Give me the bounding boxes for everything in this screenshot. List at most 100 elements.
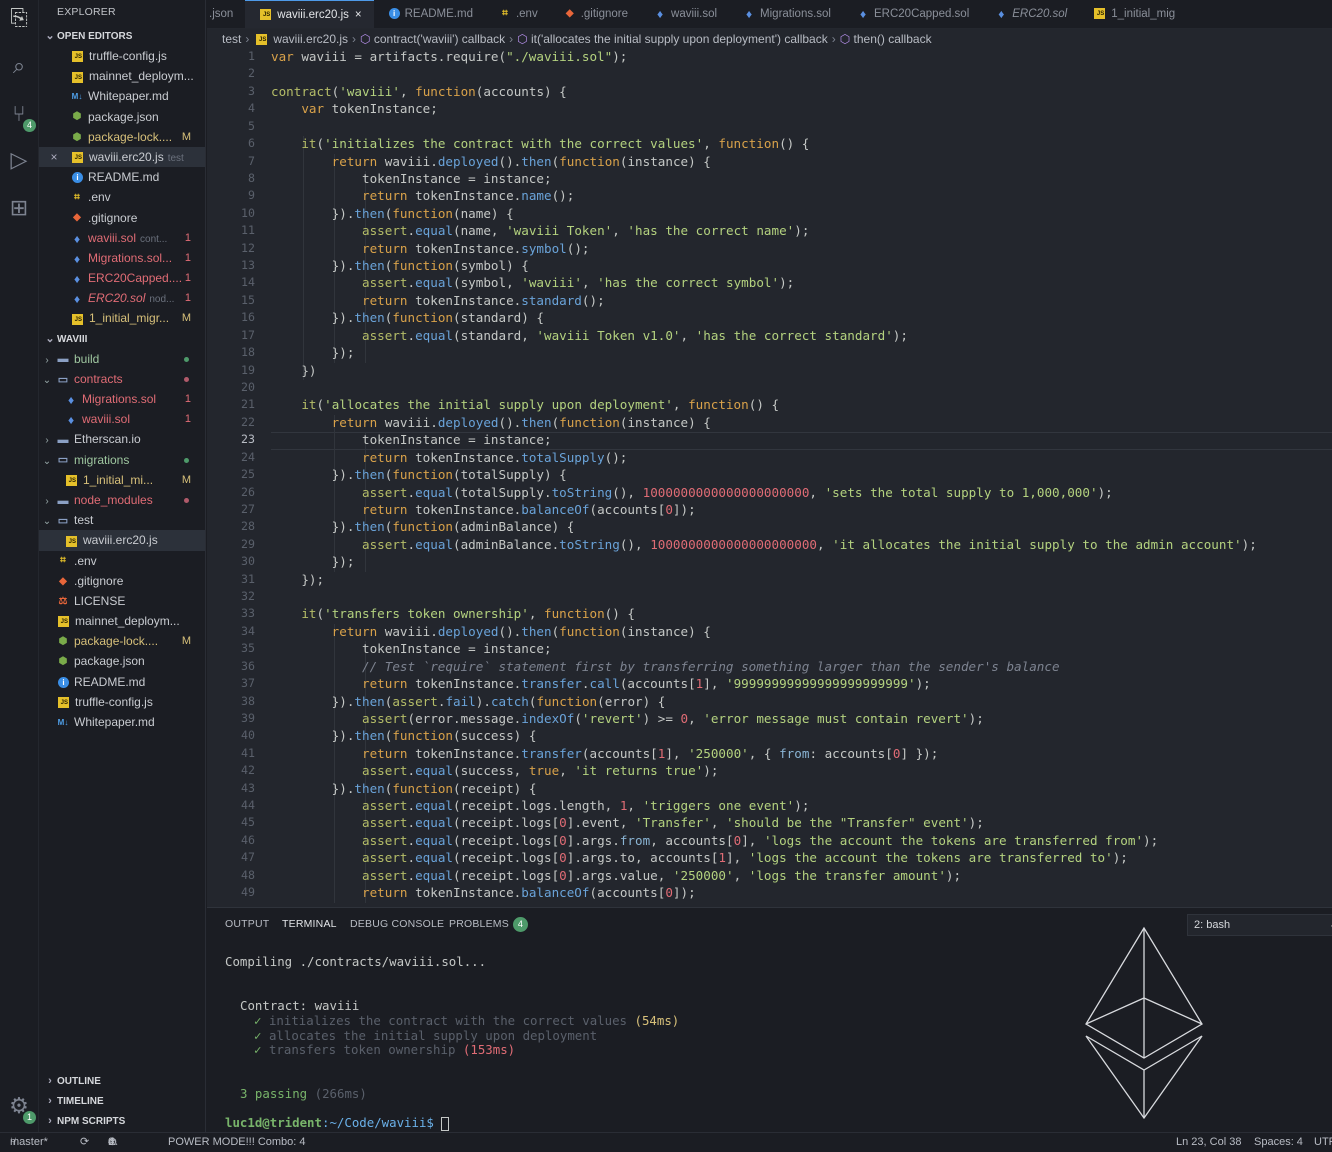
line-number: 33 [241,606,255,621]
tree-file[interactable]: ⬢ package.json [39,651,205,671]
test-result-line: ✓ initializes the contract with the corr… [254,1013,679,1028]
open-editor-item[interactable]: JS 1_initial_migr... M [39,308,205,328]
tree-file[interactable]: ⬢ package-lock.... M [39,631,205,651]
tree-file[interactable]: JS truffle-config.js [39,692,205,712]
tree-folder[interactable]: ⌄ ▭ migrations [39,450,205,470]
settings-gear-icon[interactable]: ⚙ 1 [4,1092,36,1124]
problems-badge: 4 [512,917,528,932]
chevron-down-icon: ⌄ [42,516,52,528]
source-control-icon[interactable]: ⑂ 4 [4,100,36,132]
chevron-right-icon: › [48,1075,52,1087]
tab-waviii-erc20-js[interactable]: JS waviii.erc20.js × [245,0,374,28]
explorer-icon[interactable]: ⎘ [4,4,34,34]
tree-file[interactable]: M↓ Whitepaper.md [39,712,205,732]
line-number: 1 [248,49,255,63]
symbol-method-icon: ⬡ [360,32,374,46]
search-icon[interactable]: ⌕ [4,52,34,82]
tree-folder[interactable]: › ▬ Etherscan.io [39,429,205,449]
tab--env[interactable]: ⌗ .env [485,0,550,28]
sync-icon[interactable]: ⟳ [80,1133,89,1152]
tree-item-label: Etherscan.io [74,432,141,447]
terminal-contract: Contract: waviii [240,998,360,1013]
open-editor-item[interactable]: JS mainnet_deploym... [39,66,205,86]
symbol-method-icon: ⬡ [839,32,854,46]
test-result-line: ✓ allocates the initial supply upon depl… [254,1028,605,1043]
open-editor-item[interactable]: × JS waviii.erc20.js test [39,146,205,168]
tree-file[interactable]: ⌗ .env [39,551,205,571]
tree-file[interactable]: ⚖ LICENSE [39,591,205,611]
chevron-right-icon: › [245,32,250,46]
chevron-down-icon: ⌄ [42,374,52,386]
open-editor-item[interactable]: ⌗ .env [39,187,205,207]
cursor-position[interactable]: Ln 23, Col 38 [1176,1133,1241,1152]
tree-file[interactable]: ◆ .gitignore [39,571,205,591]
tree-file[interactable]: ♦ waviii.sol 1 [39,409,205,429]
tab-waviii-sol[interactable]: ♦ waviii.sol [640,0,729,28]
line-number: 41 [241,745,255,760]
tree-file[interactable]: JS mainnet_deploym... [39,611,205,631]
terminal-compiling: Compiling ./contracts/waviii.sol... [225,954,487,969]
open-editor-item[interactable]: ◆ .gitignore [39,208,205,228]
tab-migrations-sol[interactable]: ♦ Migrations.sol [729,0,843,28]
package-icon: ⬢ [58,636,68,648]
timeline-header[interactable]: › TIMELINE [39,1091,205,1111]
outline-header[interactable]: › OUTLINE [39,1071,205,1091]
tab-erc20-sol[interactable]: ♦ ERC20.sol [981,0,1079,28]
npm-scripts-header[interactable]: › NPM SCRIPTS [39,1111,205,1131]
open-editor-item[interactable]: ♦ Migrations.sol... 1 [39,248,205,268]
close-icon[interactable]: × [355,9,362,21]
code-line: contract('waviii', function(accounts) { [271,83,567,99]
close-icon[interactable]: × [39,147,69,167]
tab-problems[interactable]: PROBLEMS 4 [449,917,528,932]
tree-file[interactable]: JS waviii.erc20.js [39,530,205,551]
settings-badge: 1 [23,1111,36,1124]
tab-output[interactable]: OUTPUT [225,918,269,930]
breadcrumb-item[interactable]: then() callback [854,32,932,46]
js-file-icon: JS [72,313,83,325]
open-editor-item[interactable]: ♦ waviii.sol cont... 1 [39,228,205,248]
tree-file[interactable]: JS 1_initial_mi... M [39,470,205,490]
tab--gitignore[interactable]: ◆ .gitignore [550,0,640,28]
terminal-prompt[interactable]: luc1d@trident:~/Code/waviii$ [225,1115,450,1131]
open-editor-item[interactable]: M↓ Whitepaper.md [39,86,205,106]
open-editor-item[interactable]: i README.md [39,167,205,187]
project-header[interactable]: ⌄ WAVIII [39,329,205,349]
tab-readme-md[interactable]: i README.md [374,0,485,28]
open-editors-header[interactable]: ⌄ OPEN EDITORS [39,26,205,46]
terminal-select[interactable]: 2: bash⌄ [1187,914,1332,936]
tab-debug-console[interactable]: DEBUG CONSOLE [350,918,444,930]
tab--json[interactable]: .json [207,0,245,28]
breadcrumb-item[interactable]: test [222,32,241,46]
open-editor-item[interactable]: ⬢ package-lock.... M [39,127,205,147]
open-editor-item[interactable]: ♦ ERC20.sol nod... 1 [39,288,205,308]
tree-folder[interactable]: › ▬ build [39,349,205,369]
tree-item-label: migrations [74,452,130,467]
code-line: assert.equal(receipt.logs.length, 1, 'tr… [362,798,810,814]
breadcrumb-item[interactable]: contract('waviii') callback [374,32,505,46]
breadcrumb-item[interactable]: it('allocates the initial supply upon de… [531,32,828,46]
tree-folder[interactable]: › ▬ node_modules [39,490,205,510]
tree-file[interactable]: ♦ Migrations.sol 1 [39,389,205,409]
open-editor-item[interactable]: ♦ ERC20Capped.... 1 [39,268,205,288]
tab-1-initial-mig[interactable]: JS 1_initial_mig [1079,0,1187,28]
extensions-icon[interactable]: ⊞ [4,194,34,224]
code-editor[interactable]: 1 var waviii = artifacts.require("./wavii… [207,49,1332,907]
line-number: 7 [248,153,255,168]
breadcrumb-item[interactable]: waviii.erc20.js [273,32,348,46]
git-status-dot [184,457,189,463]
tree-file[interactable]: i README.md [39,672,205,692]
indentation-status[interactable]: Spaces: 4 [1254,1133,1303,1152]
tree-folder[interactable]: ⌄ ▭ test [39,510,205,530]
file-name: package-lock.... [88,129,173,144]
encoding-status[interactable]: UTF [1314,1133,1332,1152]
tab-erc20capped-sol[interactable]: ♦ ERC20Capped.sol [843,0,981,28]
code-line: tokenInstance = instance; [271,641,552,657]
code-line: return tokenInstance.balanceOf(accounts[… [362,885,696,901]
chevron-down-icon: ⌄ [45,30,55,42]
open-editor-item[interactable]: ⬢ package.json [39,107,205,127]
tab-terminal[interactable]: TERMINAL [282,918,337,930]
tab-label: .env [515,8,538,20]
tree-folder[interactable]: ⌄ ▭ contracts [39,369,205,389]
open-editor-item[interactable]: JS truffle-config.js [39,46,205,66]
run-debug-icon[interactable]: ▷ [4,146,34,176]
